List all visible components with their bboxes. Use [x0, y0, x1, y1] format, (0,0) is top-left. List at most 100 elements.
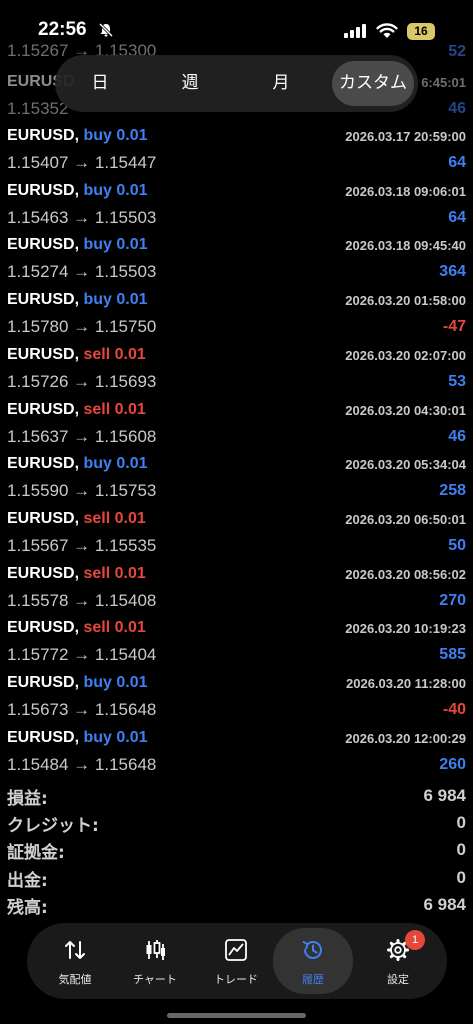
trade-symbol-text: EURUSD,	[7, 674, 80, 691]
trade-lots: 0.01	[114, 400, 146, 418]
trade-prices: 1.15352	[7, 99, 69, 118]
notification-badge: 1	[405, 930, 425, 950]
trade-symbol-text: EURUSD,	[7, 728, 80, 746]
bottom-navigation: 気配値 チャート トレード 履歴 1 設定	[27, 923, 447, 999]
trade-side: sell	[83, 619, 111, 637]
trade-lots: 0.01	[116, 291, 148, 309]
trade-symbol-text: EURUSD,	[7, 291, 80, 309]
summary-label: 損益:	[7, 789, 48, 809]
trade-lots: 0.01	[116, 674, 148, 691]
trade-profit: -40	[442, 701, 466, 718]
summary-value: 0	[456, 867, 466, 887]
trade-symbol: EURUSD, sell 0.01	[7, 346, 146, 364]
trade-row[interactable]: EURUSD, sell 0.01 2026.03.20 06:50:01 1.15…	[0, 509, 473, 564]
trade-profit: 53	[448, 372, 466, 390]
trade-prices: 1.15637 → 1.15608	[7, 426, 157, 446]
trade-icon	[225, 939, 247, 961]
wifi-icon	[376, 23, 398, 38]
trade-symbol-text: EURUSD,	[7, 509, 80, 527]
trade-side: buy	[83, 455, 112, 473]
trade-symbol: EURUSD, sell 0.01	[7, 401, 146, 419]
trade-row[interactable]: EURUSD, buy 0.01 2026.03.20 12:00:29 1.154…	[0, 728, 473, 783]
trade-symbol-text: EURUSD,	[7, 236, 80, 254]
nav-label: 気配値	[58, 973, 92, 986]
trade-prices: 1.15590 → 1.15753	[7, 481, 157, 501]
trade-row[interactable]: EURUSD, buy 0.01 2026.03.20 01:58:00 1.157…	[0, 290, 473, 345]
trade-row[interactable]: EURUSD, buy 0.01 2026.03.20 11:28:00 1.156…	[0, 673, 473, 728]
trade-lots: 0.01	[114, 345, 146, 363]
trade-symbol-text: EURUSD,	[7, 564, 80, 582]
trade-time: 2026.03.20 08:56:02	[345, 566, 466, 582]
trade-profit: -47	[442, 318, 466, 336]
summary-value: 6 984	[423, 786, 466, 805]
trade-lots: 0.01	[114, 619, 146, 637]
trade-lots: 0.01	[116, 127, 148, 144]
trade-row[interactable]: EURUSD, sell 0.01 2026.03.20 02:07:00 1.15…	[0, 345, 473, 400]
summary-label: 証拠金:	[7, 843, 65, 864]
trade-row[interactable]: EURUSD, buy 0.01 2026.03.17 20:59:00 1.154…	[0, 126, 473, 181]
trade-symbol-text: EURUSD,	[7, 455, 80, 473]
trade-time: 2026.03.20 02:07:00	[345, 347, 466, 363]
trade-prices: 1.15567 → 1.15535	[7, 535, 157, 555]
trade-prices: 1.15484 → 1.15648	[7, 754, 157, 774]
trade-symbol: EURUSD, sell 0.01	[7, 565, 146, 583]
trade-side: sell	[83, 400, 111, 418]
summary-label: 出金:	[7, 870, 48, 891]
summary-row: 証拠金: 0	[0, 838, 473, 865]
trade-profit: 46	[448, 100, 466, 117]
trade-prices: 1.15673 → 1.15648	[7, 700, 157, 719]
trade-side: sell	[83, 345, 111, 363]
trade-time: 2026.03.20 06:50:01	[345, 511, 466, 527]
trade-symbol: EURUSD, buy 0.01	[7, 674, 148, 692]
tab-custom[interactable]: カスタム	[332, 61, 414, 106]
summary-row: 出金: 0	[0, 866, 473, 893]
trade-profit: 260	[439, 755, 466, 773]
tab-day[interactable]: 日	[80, 55, 120, 112]
trade-row[interactable]: EURUSD, buy 0.01 2026.03.20 05:34:04 1.155…	[0, 454, 473, 509]
nav-item-trade[interactable]: トレード	[196, 923, 276, 999]
trade-side: sell	[83, 564, 111, 582]
cellular-signal-icon	[344, 24, 366, 38]
trade-side: buy	[83, 236, 112, 254]
quotes-icon	[65, 941, 85, 959]
summary-value: 0	[456, 840, 466, 860]
trade-prices: 1.15463 → 1.15503	[7, 207, 157, 227]
trade-symbol-text: EURUSD,	[7, 127, 80, 144]
nav-item-history[interactable]: 履歴	[273, 928, 353, 994]
trade-row[interactable]: EURUSD, sell 0.01 2026.03.20 10:19:23 1.15…	[0, 618, 473, 673]
trade-side: buy	[83, 291, 112, 309]
summary-value: 6 984	[423, 894, 466, 914]
trade-profit: 585	[439, 646, 466, 664]
trade-time: 2026.03.20 11:28:00	[346, 676, 466, 691]
trade-symbol: EURUSD, buy 0.01	[7, 729, 148, 747]
trade-lots: 0.01	[114, 509, 146, 527]
trade-symbol: EURUSD, buy 0.01	[7, 291, 148, 309]
trade-symbol-text: EURUSD,	[7, 181, 80, 199]
summary-row: クレジット: 0	[0, 811, 473, 838]
tab-month[interactable]: 月	[261, 55, 301, 112]
trade-time: 2026.03.20 12:00:29	[345, 730, 466, 746]
summary-label: クレジット:	[7, 816, 99, 837]
trade-row[interactable]: EURUSD, sell 0.01 2026.03.20 08:56:02 1.15…	[0, 564, 473, 619]
trade-row[interactable]: EURUSD, sell 0.01 2026.03.20 04:30:01 1.15…	[0, 400, 473, 455]
trade-prices: 1.15407 → 1.15447	[7, 153, 157, 172]
trade-time: 2026.03.20 05:34:04	[345, 457, 466, 473]
trade-prices: 1.15780 → 1.15750	[7, 317, 157, 337]
tab-week[interactable]: 週	[170, 55, 210, 112]
trade-side: buy	[83, 127, 112, 144]
nav-item-chart[interactable]: チャート	[115, 923, 195, 999]
period-segmented-control: 日 週 月 カスタム	[55, 55, 418, 112]
nav-label: トレード	[214, 973, 258, 986]
trade-lots: 0.01	[114, 564, 146, 582]
trade-side: buy	[83, 728, 112, 746]
trade-row[interactable]: EURUSD, buy 0.01 2026.03.18 09:06:01 1.154…	[0, 181, 473, 236]
trade-profit: 64	[448, 154, 466, 171]
nav-item-quotes[interactable]: 気配値	[35, 923, 115, 999]
trade-prices: 1.15578 → 1.15408	[7, 590, 157, 610]
nav-item-settings[interactable]: 1 設定	[358, 923, 438, 999]
trade-profit: 46	[448, 427, 466, 445]
trade-symbol: EURUSD, buy 0.01	[7, 236, 148, 254]
summary-label: 残高:	[7, 897, 48, 918]
trade-prices: 1.15274 → 1.15503	[7, 262, 157, 282]
trade-row[interactable]: EURUSD, buy 0.01 2026.03.18 09:45:40 1.152…	[0, 235, 473, 290]
